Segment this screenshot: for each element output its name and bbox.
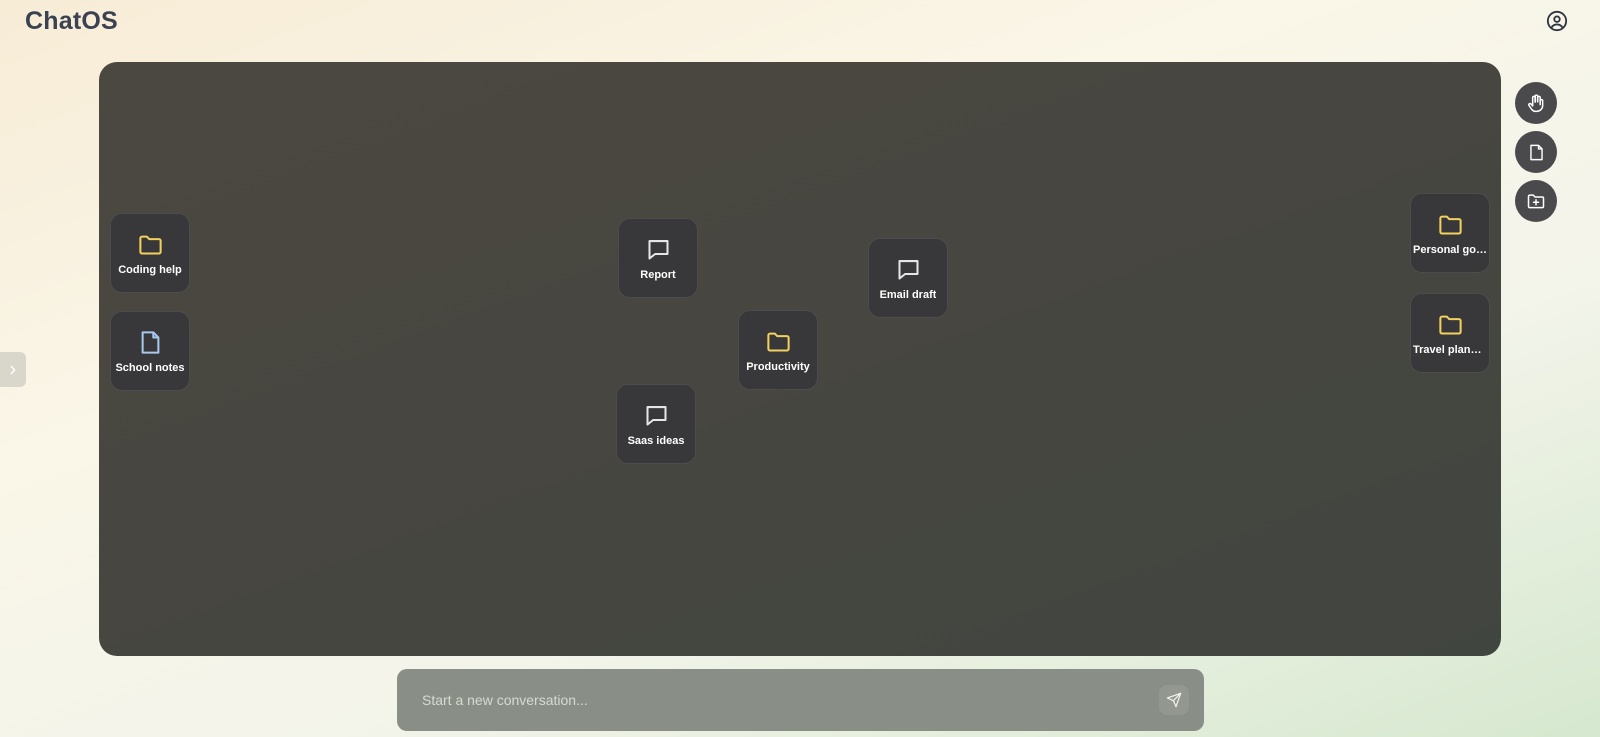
canvas-item-label: Email draft (879, 288, 937, 301)
send-icon (1166, 692, 1182, 708)
folder-icon (1436, 211, 1464, 239)
canvas-item-label: Productivity (746, 360, 810, 373)
chat-icon (644, 236, 672, 264)
user-circle-icon (1546, 10, 1568, 32)
new-folder-button[interactable] (1515, 180, 1557, 222)
new-conversation-input[interactable] (422, 689, 1122, 711)
canvas-item-productivity[interactable]: Productivity (738, 310, 818, 390)
hand-icon (1528, 94, 1544, 113)
note-icon (136, 329, 164, 357)
folder-icon (764, 328, 792, 356)
canvas-item-report[interactable]: Report (618, 218, 698, 298)
canvas-item-label: Travel planning (1413, 343, 1487, 356)
profile-button[interactable] (1545, 9, 1569, 33)
canvas-toolbar (1515, 82, 1557, 222)
folder-icon (136, 231, 164, 259)
folder-icon (1436, 311, 1464, 339)
canvas-item-personal-goals[interactable]: Personal goals (1410, 193, 1490, 273)
pan-tool-button[interactable] (1515, 82, 1557, 124)
canvas-item-label: Report (640, 268, 676, 281)
canvas-item-label: Personal goals (1413, 243, 1487, 256)
canvas-item-label: Saas ideas (627, 434, 685, 447)
chat-composer (397, 669, 1204, 731)
canvas-item-email-draft[interactable]: Email draft (868, 238, 948, 318)
app-title: ChatOS (25, 7, 118, 35)
folder-plus-icon (1527, 194, 1545, 209)
send-button[interactable] (1159, 685, 1189, 715)
canvas-item-travel-planning[interactable]: Travel planning (1410, 293, 1490, 373)
sidebar-toggle-button[interactable] (0, 352, 26, 387)
canvas-item-school-notes[interactable]: School notes (110, 311, 190, 391)
chat-icon (642, 402, 670, 430)
new-note-button[interactable] (1515, 131, 1557, 173)
canvas-item-coding-help[interactable]: Coding help (110, 213, 190, 293)
canvas-item-label: School notes (115, 361, 185, 374)
chat-icon (894, 256, 922, 284)
chevron-right-icon (10, 365, 16, 374)
workspace-canvas[interactable]: Coding help School notes Report Producti… (99, 62, 1501, 656)
file-icon (1529, 144, 1543, 160)
canvas-item-label: Coding help (118, 263, 182, 276)
canvas-item-saas-ideas[interactable]: Saas ideas (616, 384, 696, 464)
